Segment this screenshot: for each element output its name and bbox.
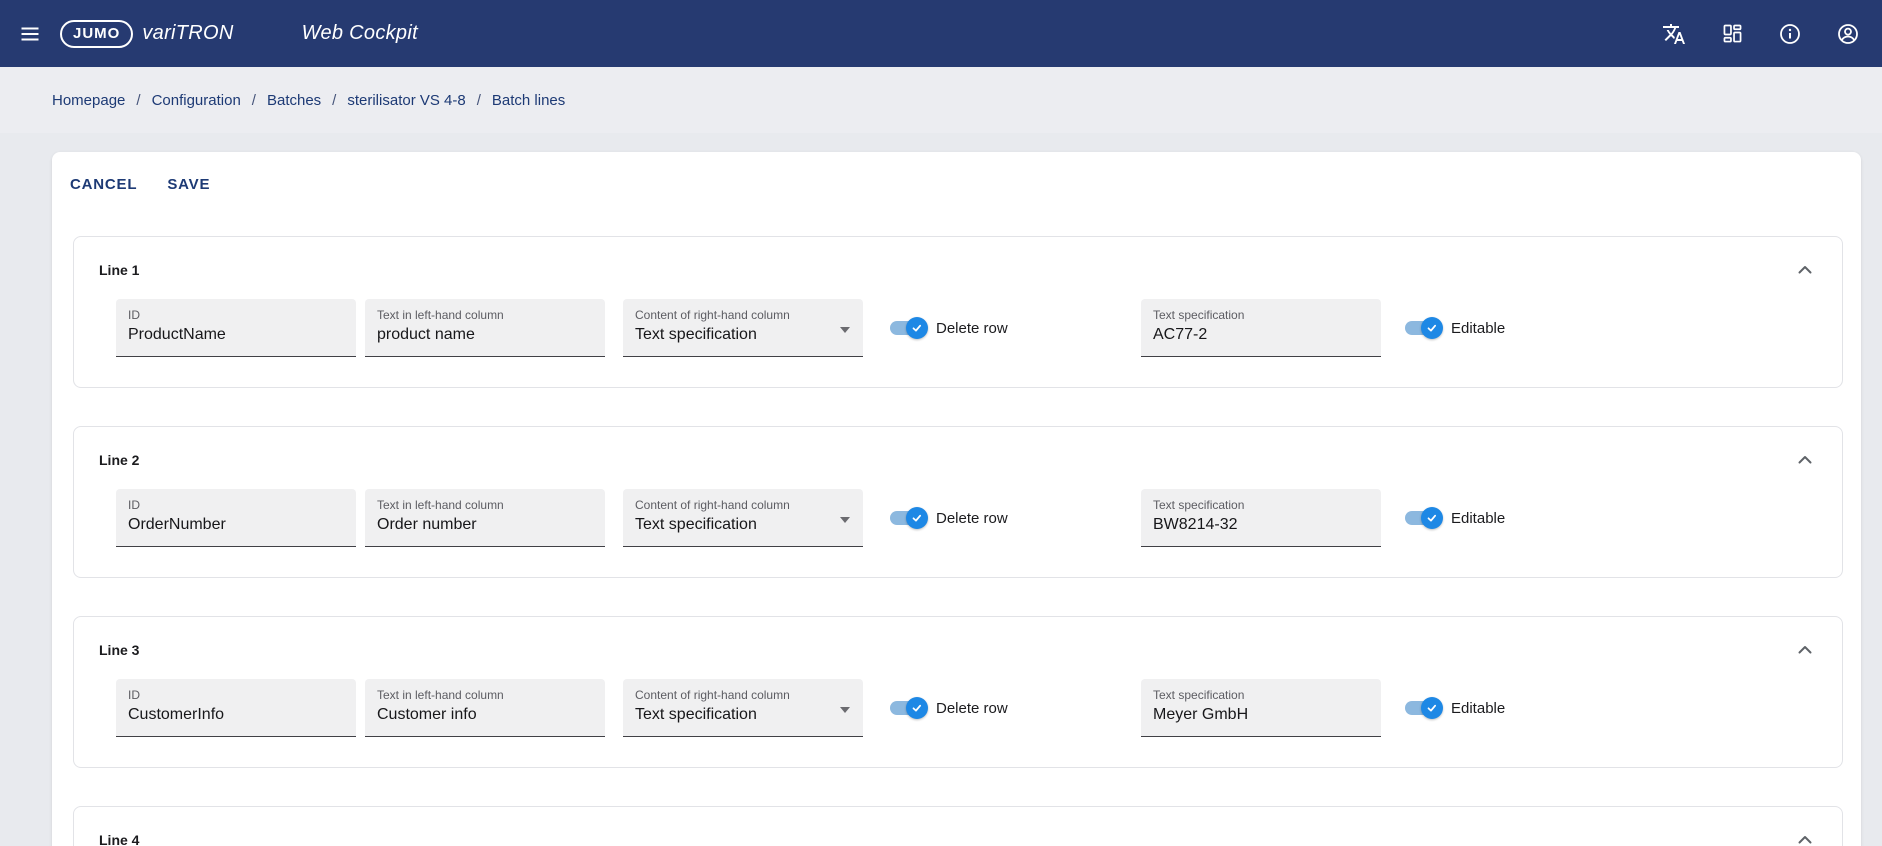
line-1-panel: Line 1 ID Text in left-hand column C [73,236,1843,388]
editable-toggle[interactable]: Editable [1405,507,1505,529]
toggle-switch[interactable] [1405,317,1443,339]
translate-icon [1662,22,1686,46]
dropdown-arrow-icon [840,517,850,523]
top-app-bar: JUMO variTRON Web Cockpit [0,0,1882,67]
right-column-content-select[interactable]: Content of right-hand column Text specif… [623,299,863,357]
apps-button[interactable] [1716,18,1748,50]
chevron-up-icon [1793,258,1817,282]
check-icon [910,321,924,335]
id-input[interactable] [128,326,344,344]
text-specification-field[interactable]: Text specification [1141,299,1381,357]
menu-icon [18,22,42,46]
save-button[interactable]: SAVE [159,167,218,202]
line-title: Line 3 [99,637,139,658]
right-column-content-select[interactable]: Content of right-hand column Text specif… [623,679,863,737]
language-button[interactable] [1658,18,1690,50]
batch-lines-card: CANCEL SAVE Line 1 ID Text in left-han [52,152,1861,846]
account-button[interactable] [1832,18,1864,50]
cancel-button[interactable]: CANCEL [62,167,145,202]
toggle-switch[interactable] [890,697,928,719]
toggle-switch[interactable] [890,507,928,529]
line-3-panel: Line 3 ID Text in left-hand column C [73,616,1843,768]
toggle-thumb [906,697,928,719]
info-icon [1778,22,1802,46]
chevron-up-icon [1793,448,1817,472]
info-button[interactable] [1774,18,1806,50]
text-specification-field[interactable]: Text specification [1141,489,1381,547]
breadcrumb-separator: / [477,92,481,109]
toggle-thumb [1421,507,1443,529]
toggle-switch[interactable] [890,317,928,339]
id-field[interactable]: ID [116,679,356,737]
id-input[interactable] [128,516,344,534]
id-field[interactable]: ID [116,489,356,547]
line-title: Line 1 [99,257,139,278]
editable-toggle[interactable]: Editable [1405,317,1505,339]
line-title: Line 2 [99,447,139,468]
collapse-button[interactable] [1792,257,1818,283]
breadcrumb-separator: / [332,92,336,109]
check-icon [1425,511,1439,525]
text-specification-field[interactable]: Text specification [1141,679,1381,737]
toggle-switch[interactable] [1405,697,1443,719]
left-column-text-field[interactable]: Text in left-hand column [365,299,605,357]
breadcrumb-separator: / [136,92,140,109]
jumo-logo-text: JUMO [73,25,120,42]
dropdown-arrow-icon [840,707,850,713]
left-column-text-input[interactable] [377,706,593,724]
check-icon [910,701,924,715]
menu-button[interactable] [14,18,46,50]
collapse-button[interactable] [1792,637,1818,663]
delete-row-toggle[interactable]: Delete row [890,507,1020,529]
chevron-up-icon [1793,638,1817,662]
dropdown-arrow-icon [840,327,850,333]
line-2-panel: Line 2 ID Text in left-hand column C [73,426,1843,578]
text-specification-input[interactable] [1153,326,1369,344]
dashboard-icon [1721,22,1744,45]
breadcrumb-sterilisator[interactable]: sterilisator VS 4-8 [347,92,465,109]
page-title: Web Cockpit [302,22,418,45]
delete-row-toggle[interactable]: Delete row [890,697,1020,719]
breadcrumb-separator: / [252,92,256,109]
breadcrumb-configuration[interactable]: Configuration [152,92,241,109]
toggle-thumb [906,507,928,529]
text-specification-input[interactable] [1153,706,1369,724]
breadcrumb-batches[interactable]: Batches [267,92,321,109]
left-column-text-field[interactable]: Text in left-hand column [365,679,605,737]
check-icon [910,511,924,525]
toggle-thumb [1421,317,1443,339]
id-input[interactable] [128,706,344,724]
product-name: variTRON [142,22,233,45]
page-content: CANCEL SAVE Line 1 ID Text in left-han [0,133,1882,846]
breadcrumb-batch-lines: Batch lines [492,92,565,109]
check-icon [1425,321,1439,335]
form-actions: CANCEL SAVE [52,167,1861,202]
collapse-button[interactable] [1792,447,1818,473]
breadcrumb: Homepage / Configuration / Batches / ste… [0,67,1882,133]
toggle-thumb [906,317,928,339]
line-4-panel: Line 4 [73,806,1843,846]
collapse-button[interactable] [1792,827,1818,846]
chevron-up-icon [1793,828,1817,846]
left-column-text-input[interactable] [377,516,593,534]
line-title: Line 4 [99,827,139,846]
editable-toggle[interactable]: Editable [1405,697,1505,719]
right-column-content-select[interactable]: Content of right-hand column Text specif… [623,489,863,547]
breadcrumb-homepage[interactable]: Homepage [52,92,125,109]
id-field[interactable]: ID [116,299,356,357]
toggle-thumb [1421,697,1443,719]
toggle-switch[interactable] [1405,507,1443,529]
account-icon [1836,22,1860,46]
check-icon [1425,701,1439,715]
text-specification-input[interactable] [1153,516,1369,534]
jumo-logo: JUMO [60,20,133,48]
left-column-text-field[interactable]: Text in left-hand column [365,489,605,547]
delete-row-toggle[interactable]: Delete row [890,317,1020,339]
left-column-text-input[interactable] [377,326,593,344]
